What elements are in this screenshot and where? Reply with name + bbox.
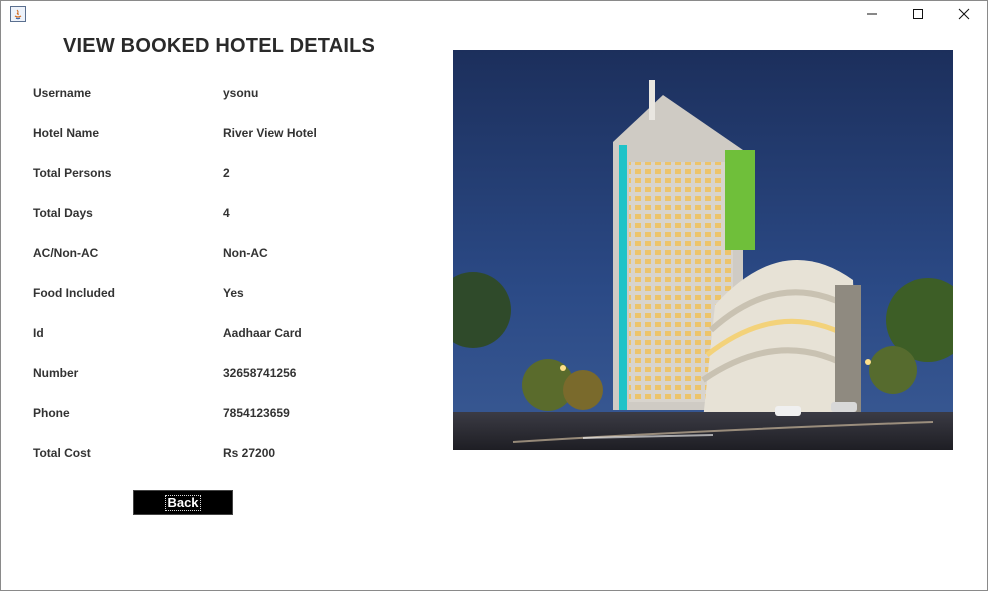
detail-value: 32658741256 xyxy=(223,366,297,380)
minimize-button[interactable] xyxy=(849,1,895,29)
maximize-icon xyxy=(913,9,923,19)
title-bar[interactable] xyxy=(1,1,987,29)
detail-row-number: Number 32658741256 xyxy=(33,366,393,386)
maximize-button[interactable] xyxy=(895,1,941,29)
detail-value: Aadhaar Card xyxy=(223,326,302,340)
detail-value: ysonu xyxy=(223,86,259,100)
hotel-photo xyxy=(453,50,953,450)
app-window: VIEW BOOKED HOTEL DETAILS Username ysonu… xyxy=(0,0,988,591)
minimize-icon xyxy=(867,13,877,15)
detail-label: Phone xyxy=(33,406,70,420)
detail-row-username: Username ysonu xyxy=(33,86,393,106)
detail-row-id: Id Aadhaar Card xyxy=(33,326,393,346)
detail-label: Id xyxy=(33,326,44,340)
detail-value: 7854123659 xyxy=(223,406,290,420)
detail-label: Number xyxy=(33,366,79,380)
back-button-label: Back xyxy=(165,494,201,511)
java-app-icon xyxy=(10,6,26,22)
detail-label: Total Cost xyxy=(33,446,91,460)
detail-label: Hotel Name xyxy=(33,126,100,140)
detail-row-total-cost: Total Cost Rs 27200 xyxy=(33,446,393,466)
close-button[interactable] xyxy=(941,1,987,29)
detail-label: Total Days xyxy=(33,206,93,220)
detail-label: Username xyxy=(33,86,92,100)
detail-row-phone: Phone 7854123659 xyxy=(33,406,393,426)
detail-row-total-persons: Total Persons 2 xyxy=(33,166,393,186)
detail-row-hotel-name: Hotel Name River View Hotel xyxy=(33,126,393,146)
detail-row-food-included: Food Included Yes xyxy=(33,286,393,306)
detail-label: AC/Non-AC xyxy=(33,246,99,260)
detail-value: River View Hotel xyxy=(223,126,317,140)
detail-value: Non-AC xyxy=(223,246,268,260)
detail-label: Total Persons xyxy=(33,166,112,180)
page-title: VIEW BOOKED HOTEL DETAILS xyxy=(63,35,376,57)
back-button[interactable]: Back xyxy=(133,490,233,515)
detail-value: Yes xyxy=(223,286,244,300)
detail-value: Rs 27200 xyxy=(223,446,276,460)
detail-value: 4 xyxy=(223,206,230,220)
detail-row-ac-non-ac: AC/Non-AC Non-AC xyxy=(33,246,393,266)
detail-row-total-days: Total Days 4 xyxy=(33,206,393,226)
detail-value: 2 xyxy=(223,166,230,180)
close-icon xyxy=(958,8,970,20)
detail-label: Food Included xyxy=(33,286,115,300)
